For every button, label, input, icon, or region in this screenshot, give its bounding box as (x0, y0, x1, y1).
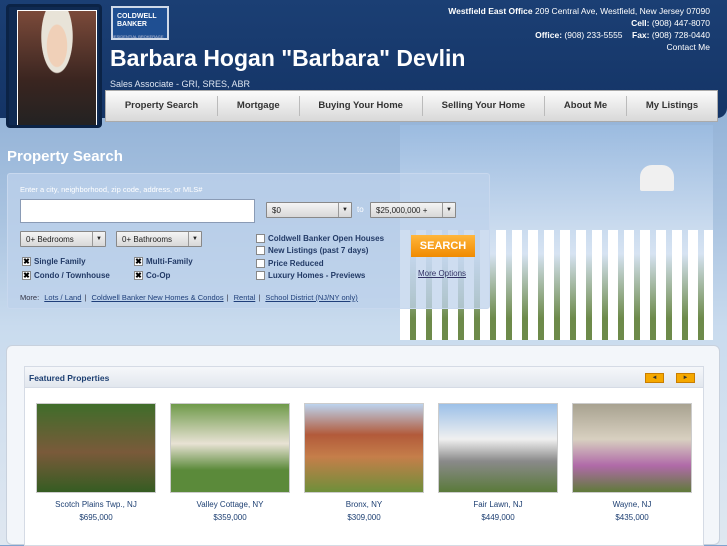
nav-about-me[interactable]: About Me (545, 96, 628, 116)
property-search-panel: Enter a city, neighborhood, zip code, ad… (7, 173, 490, 309)
checkbox-label: Single Family (34, 257, 86, 266)
max-price-select[interactable]: $25,000,000 + ▼ (370, 202, 456, 218)
property-photo[interactable] (170, 403, 290, 493)
rental-link[interactable]: Rental (234, 293, 256, 302)
more-label: More: (20, 293, 40, 302)
property-card[interactable]: Fair Lawn, NJ $449,000 (438, 403, 558, 524)
filter-price-reduced[interactable]: Price Reduced (256, 259, 324, 268)
checkbox-checked[interactable]: ✖ (134, 271, 143, 280)
property-card[interactable]: Wayne, NJ $435,000 (572, 403, 692, 524)
checkbox[interactable] (256, 246, 265, 255)
property-photo[interactable] (304, 403, 424, 493)
type-multi-family[interactable]: ✖ Multi-Family (134, 257, 193, 266)
type-single-family[interactable]: ✖ Single Family (22, 257, 86, 266)
checkbox-checked[interactable]: ✖ (22, 257, 31, 266)
min-price-value: $0 (272, 206, 281, 215)
location-search-input[interactable] (20, 199, 255, 223)
checkbox-label: Multi-Family (146, 257, 193, 266)
type-condo-townhouse[interactable]: ✖ Condo / Townhouse (22, 271, 110, 280)
office-address: 209 Central Ave, Westfield, New Jersey 0… (535, 6, 710, 16)
bedrooms-select[interactable]: 0+ Bedrooms ▼ (20, 231, 106, 247)
property-card[interactable]: Scotch Plains Twp., NJ $695,000 (36, 403, 156, 524)
checkbox-label: Price Reduced (268, 259, 324, 268)
property-photo[interactable] (438, 403, 558, 493)
bathrooms-value: 0+ Bathrooms (122, 235, 173, 244)
min-price-select[interactable]: $0 ▼ (266, 202, 352, 218)
contact-me-link[interactable]: Contact Me (448, 41, 710, 53)
filter-luxury-homes[interactable]: Luxury Homes - Previews (256, 271, 365, 280)
nav-selling-your-home[interactable]: Selling Your Home (423, 96, 546, 116)
checkbox-label: Luxury Homes - Previews (268, 271, 366, 280)
property-price: $359,000 (213, 513, 247, 522)
property-price: $449,000 (481, 513, 515, 522)
property-search-title: Property Search (7, 148, 123, 165)
next-arrow-icon[interactable]: ► (676, 373, 695, 383)
lots-land-link[interactable]: Lots / Land (44, 293, 81, 302)
nav-property-search[interactable]: Property Search (106, 96, 219, 116)
logo-subtitle: RESIDENTIAL BROKERAGE (111, 34, 164, 39)
search-hint: Enter a city, neighborhood, zip code, ad… (20, 185, 203, 194)
agent-name: Barbara Hogan "Barbara" Devlin (110, 45, 466, 71)
checkbox-checked[interactable]: ✖ (134, 257, 143, 266)
chevron-down-icon: ▼ (188, 232, 201, 246)
property-price: $695,000 (79, 513, 113, 522)
office-phone-label: Office: (535, 30, 563, 40)
mailbox-image (640, 165, 674, 191)
type-co-op[interactable]: ✖ Co-Op (134, 271, 170, 280)
property-card[interactable]: Valley Cottage, NY $359,000 (170, 403, 290, 524)
bathrooms-select[interactable]: 0+ Bathrooms ▼ (116, 231, 202, 247)
featured-properties-section: Featured Properties ◄ ► Scotch Plains Twp… (6, 345, 720, 546)
agent-photo (6, 4, 102, 128)
property-price: $309,000 (347, 513, 381, 522)
fax: (908) 728-0440 (651, 30, 710, 40)
cell-phone: (908) 447-8070 (651, 18, 710, 28)
checkbox[interactable] (256, 259, 265, 268)
bedrooms-value: 0+ Bedrooms (26, 235, 74, 244)
property-photo[interactable] (572, 403, 692, 493)
nav-mortgage[interactable]: Mortgage (218, 96, 300, 116)
new-homes-condos-link[interactable]: Coldwell Banker New Homes & Condos (91, 293, 223, 302)
property-location[interactable]: Fair Lawn, NJ (438, 498, 558, 511)
checkbox-label: Coldwell Banker Open Houses (268, 234, 385, 243)
more-links: More: Lots / Land | Coldwell Banker New H… (20, 293, 358, 302)
property-location[interactable]: Wayne, NJ (572, 498, 692, 511)
nav-my-listings[interactable]: My Listings (627, 96, 717, 116)
property-location[interactable]: Valley Cottage, NY (170, 498, 290, 511)
chevron-down-icon: ▼ (338, 203, 351, 217)
school-district-link[interactable]: School District (NJ/NY only) (265, 293, 357, 302)
checkbox[interactable] (256, 234, 265, 243)
contact-info: Westfield East Office 209 Central Ave, W… (448, 5, 710, 53)
filter-open-houses[interactable]: Coldwell Banker Open Houses (256, 234, 384, 243)
nav-buying-your-home[interactable]: Buying Your Home (300, 96, 423, 116)
price-to-label: to (357, 205, 364, 214)
property-location[interactable]: Scotch Plains Twp., NJ (36, 498, 156, 511)
checkbox[interactable] (256, 271, 265, 280)
property-price: $435,000 (615, 513, 649, 522)
featured-title: Featured Properties (29, 373, 110, 383)
property-card[interactable]: Bronx, NY $309,000 (304, 403, 424, 524)
cell-label: Cell: (631, 18, 650, 28)
agent-title: Sales Associate - GRI, SRES, ABR (110, 79, 251, 89)
prev-arrow-icon[interactable]: ◄ (645, 373, 664, 383)
office-label: Westfield East Office (448, 6, 533, 16)
checkbox-label: Co-Op (146, 271, 171, 280)
more-options-link[interactable]: More Options (418, 269, 466, 278)
filter-new-listings[interactable]: New Listings (past 7 days) (256, 246, 368, 255)
checkbox-label: Condo / Townhouse (34, 271, 110, 280)
checkbox-label: New Listings (past 7 days) (268, 246, 369, 255)
property-location[interactable]: Bronx, NY (304, 498, 424, 511)
search-button[interactable]: SEARCH (411, 235, 475, 257)
max-price-value: $25,000,000 + (376, 206, 428, 215)
chevron-down-icon: ▼ (442, 203, 455, 217)
main-nav: Property Search Mortgage Buying Your Hom… (105, 90, 718, 122)
fax-label: Fax: (632, 30, 650, 40)
office-phone: (908) 233-5555 (564, 30, 623, 40)
checkbox-checked[interactable]: ✖ (22, 271, 31, 280)
chevron-down-icon: ▼ (92, 232, 105, 246)
property-photo[interactable] (36, 403, 156, 493)
